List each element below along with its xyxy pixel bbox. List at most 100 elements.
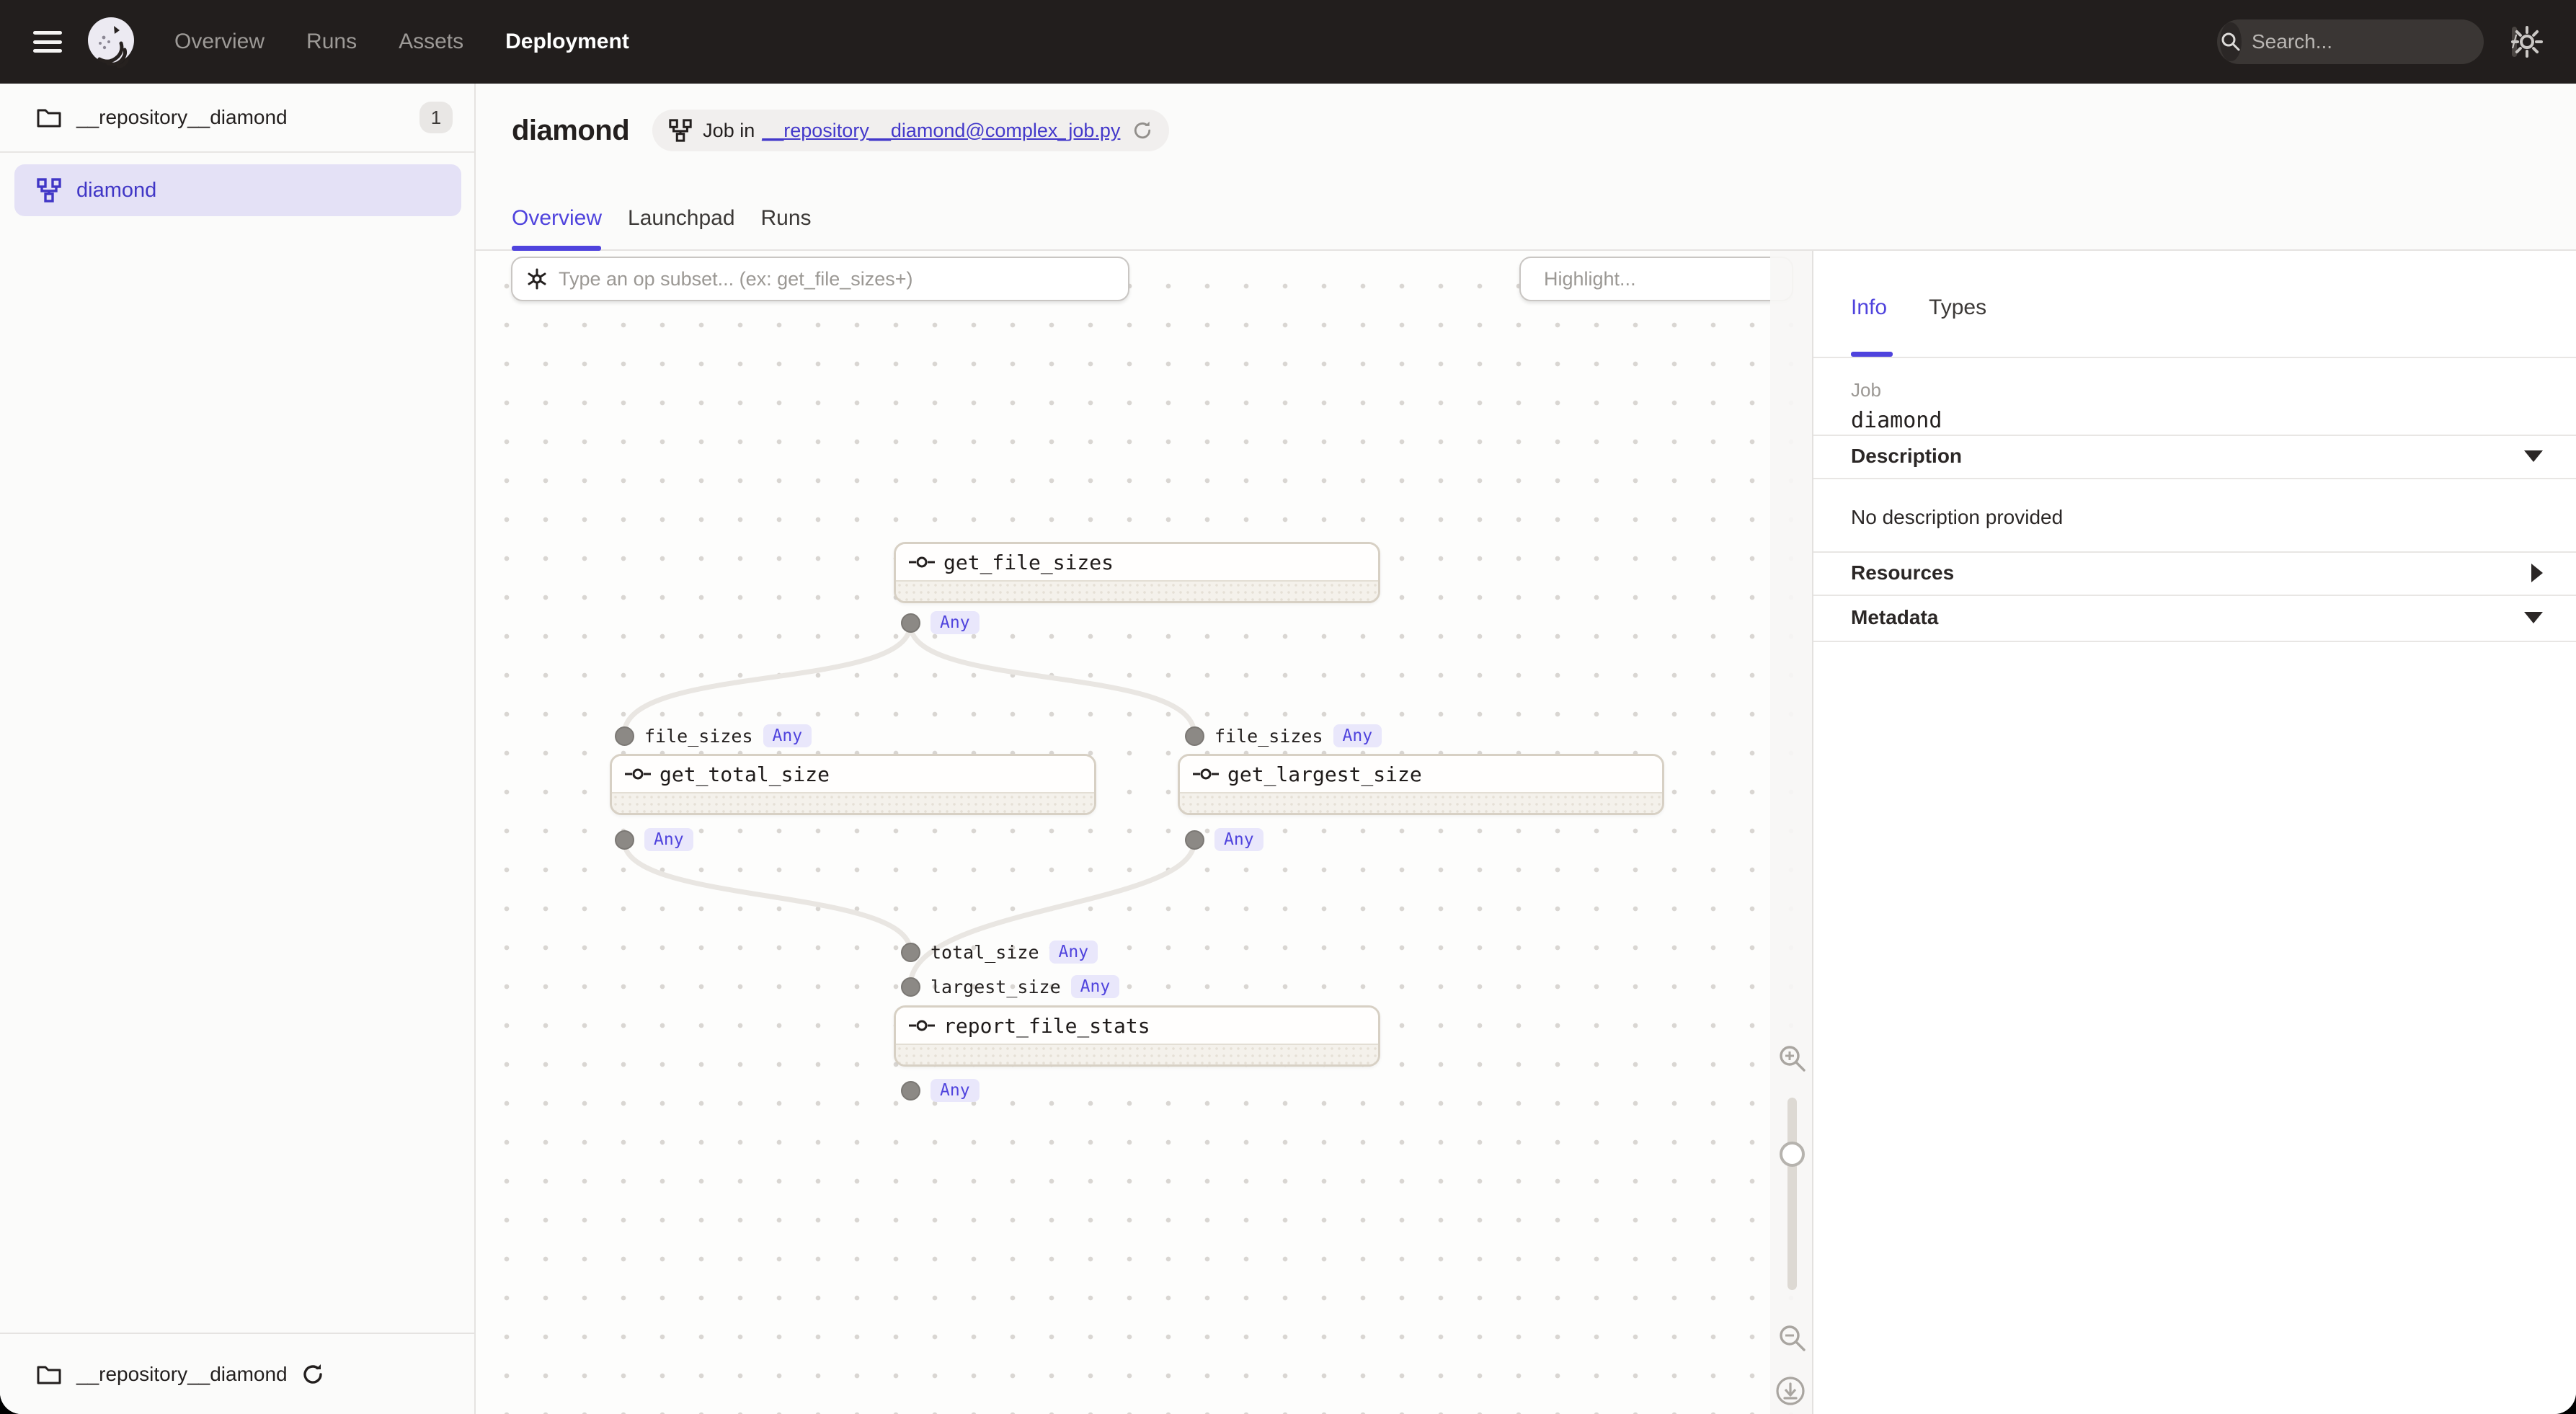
op-node-label: report_file_stats: [943, 1014, 1150, 1038]
sidebar-repo-row[interactable]: __repository__diamond 1: [0, 84, 474, 153]
type-badge-any[interactable]: Any: [644, 828, 693, 851]
job-icon: [668, 118, 693, 143]
panel-tab-types[interactable]: Types: [1929, 295, 1986, 320]
active-tab-indicator: [512, 246, 601, 251]
sidebar-item-label: diamond: [76, 179, 156, 203]
global-search[interactable]: /: [2217, 19, 2484, 64]
info-panel: Info Types Job diamond Description No de…: [1812, 251, 2576, 1414]
section-description[interactable]: Description: [1813, 436, 2576, 476]
op-subset-input[interactable]: [559, 268, 1115, 290]
port-dot[interactable]: [901, 613, 920, 633]
port-dot[interactable]: [615, 830, 634, 850]
op-subset-filter[interactable]: [511, 257, 1129, 301]
input-port-total-size[interactable]: total_size Any: [901, 941, 1098, 963]
sidebar-footer: __repository__diamond: [0, 1333, 474, 1414]
nav-link-deployment[interactable]: Deployment: [505, 30, 629, 54]
port-dot[interactable]: [901, 1081, 920, 1100]
type-badge-any[interactable]: Any: [931, 1079, 980, 1102]
tab-overview[interactable]: Overview: [512, 206, 602, 238]
download-view-icon[interactable]: [1775, 1375, 1806, 1407]
op-node-body: [896, 580, 1378, 601]
type-badge-any[interactable]: Any: [1333, 724, 1382, 747]
tab-launchpad[interactable]: Launchpad: [628, 206, 734, 238]
op-node-label: get_largest_size: [1227, 762, 1422, 786]
description-content: No description provided: [1851, 506, 2063, 529]
job-tabs: Overview Launchpad Runs: [512, 206, 812, 238]
port-label: file_sizes: [1214, 726, 1323, 747]
reload-icon[interactable]: [301, 1362, 325, 1387]
footer-repo-name: __repository__diamond: [76, 1363, 288, 1386]
port-dot[interactable]: [901, 943, 920, 962]
op-node-label: get_file_sizes: [943, 551, 1114, 574]
port-dot[interactable]: [615, 726, 634, 746]
output-port-get-largest-size[interactable]: Any: [1185, 829, 1263, 850]
search-input[interactable]: [2252, 30, 2512, 53]
nav-link-assets[interactable]: Assets: [399, 30, 463, 54]
repo-name: __repository__diamond: [76, 106, 288, 129]
page-title: diamond: [512, 115, 629, 147]
section-label: Resources: [1851, 561, 1954, 584]
nav-link-runs[interactable]: Runs: [306, 30, 357, 54]
job-badge-prefix: Job in: [703, 120, 755, 142]
type-badge-any[interactable]: Any: [931, 611, 980, 634]
menu-icon[interactable]: [33, 31, 62, 53]
sidebar-item-diamond[interactable]: diamond: [14, 164, 461, 216]
top-nav: Overview Runs Assets Deployment /: [0, 0, 2576, 84]
op-selector-icon: [525, 267, 548, 290]
op-node-get-total-size[interactable]: get_total_size: [610, 754, 1096, 815]
tab-runs[interactable]: Runs: [761, 206, 812, 238]
active-panel-tab-indicator: [1851, 352, 1893, 357]
zoom-out-icon[interactable]: [1777, 1323, 1808, 1353]
type-badge-any[interactable]: Any: [1049, 941, 1098, 964]
input-port-file-sizes-right[interactable]: file_sizes Any: [1185, 725, 1382, 747]
type-badge-any[interactable]: Any: [1071, 975, 1120, 998]
op-node-get-largest-size[interactable]: get_largest_size: [1178, 754, 1664, 815]
folder-icon: [36, 106, 62, 129]
section-label: Description: [1851, 445, 1962, 468]
output-port-report-file-stats[interactable]: Any: [901, 1080, 980, 1101]
folder-icon: [36, 1363, 62, 1386]
input-port-file-sizes-left[interactable]: file_sizes Any: [615, 725, 812, 747]
nav-link-overview[interactable]: Overview: [174, 30, 265, 54]
op-node-get-file-sizes[interactable]: get_file_sizes: [894, 542, 1380, 603]
op-node-body: [1180, 792, 1662, 813]
caret-down-icon: [2524, 450, 2543, 462]
search-icon: [2220, 22, 2242, 61]
input-port-largest-size[interactable]: largest_size Any: [901, 976, 1119, 997]
op-icon: [625, 766, 651, 782]
output-port-get-total-size[interactable]: Any: [615, 829, 693, 850]
reload-icon[interactable]: [1132, 120, 1153, 141]
op-icon: [1193, 766, 1219, 782]
op-node-label: get_total_size: [659, 762, 830, 786]
section-resources[interactable]: Resources: [1813, 553, 2576, 593]
port-dot[interactable]: [1185, 726, 1204, 746]
zoom-slider-handle[interactable]: [1780, 1142, 1805, 1167]
repo-count-badge: 1: [419, 102, 453, 133]
highlight-filter[interactable]: [1519, 257, 1793, 301]
op-graph-canvas[interactable]: get_file_sizes get_total_size: [476, 251, 1812, 1414]
job-icon: [36, 177, 62, 203]
op-node-body: [612, 792, 1094, 813]
port-label: largest_size: [931, 977, 1061, 997]
settings-gear-icon[interactable]: [2510, 25, 2544, 59]
zoom-in-icon[interactable]: [1777, 1044, 1808, 1074]
op-node-body: [896, 1044, 1378, 1064]
zoom-slider-track[interactable]: [1787, 1098, 1797, 1290]
op-node-report-file-stats[interactable]: report_file_stats: [894, 1005, 1380, 1067]
port-dot[interactable]: [901, 977, 920, 997]
type-badge-any[interactable]: Any: [763, 724, 812, 747]
nav-right: /: [2217, 19, 2576, 64]
job-origin-badge: Job in __repository__diamond@complex_job…: [652, 110, 1169, 151]
type-badge-any[interactable]: Any: [1214, 828, 1263, 851]
highlight-input[interactable]: [1544, 268, 1799, 290]
app-window: Overview Runs Assets Deployment /: [0, 0, 2576, 1414]
caret-down-icon: [2524, 612, 2543, 623]
dagster-logo-icon[interactable]: [82, 13, 140, 71]
job-origin-link[interactable]: __repository__diamond@complex_job.py: [762, 120, 1120, 142]
output-port-get-file-sizes[interactable]: Any: [901, 612, 980, 633]
section-metadata[interactable]: Metadata: [1813, 597, 2576, 638]
port-label: file_sizes: [644, 726, 753, 747]
job-field-value: diamond: [1851, 408, 1942, 433]
panel-tab-info[interactable]: Info: [1851, 295, 1887, 320]
port-dot[interactable]: [1185, 830, 1204, 850]
